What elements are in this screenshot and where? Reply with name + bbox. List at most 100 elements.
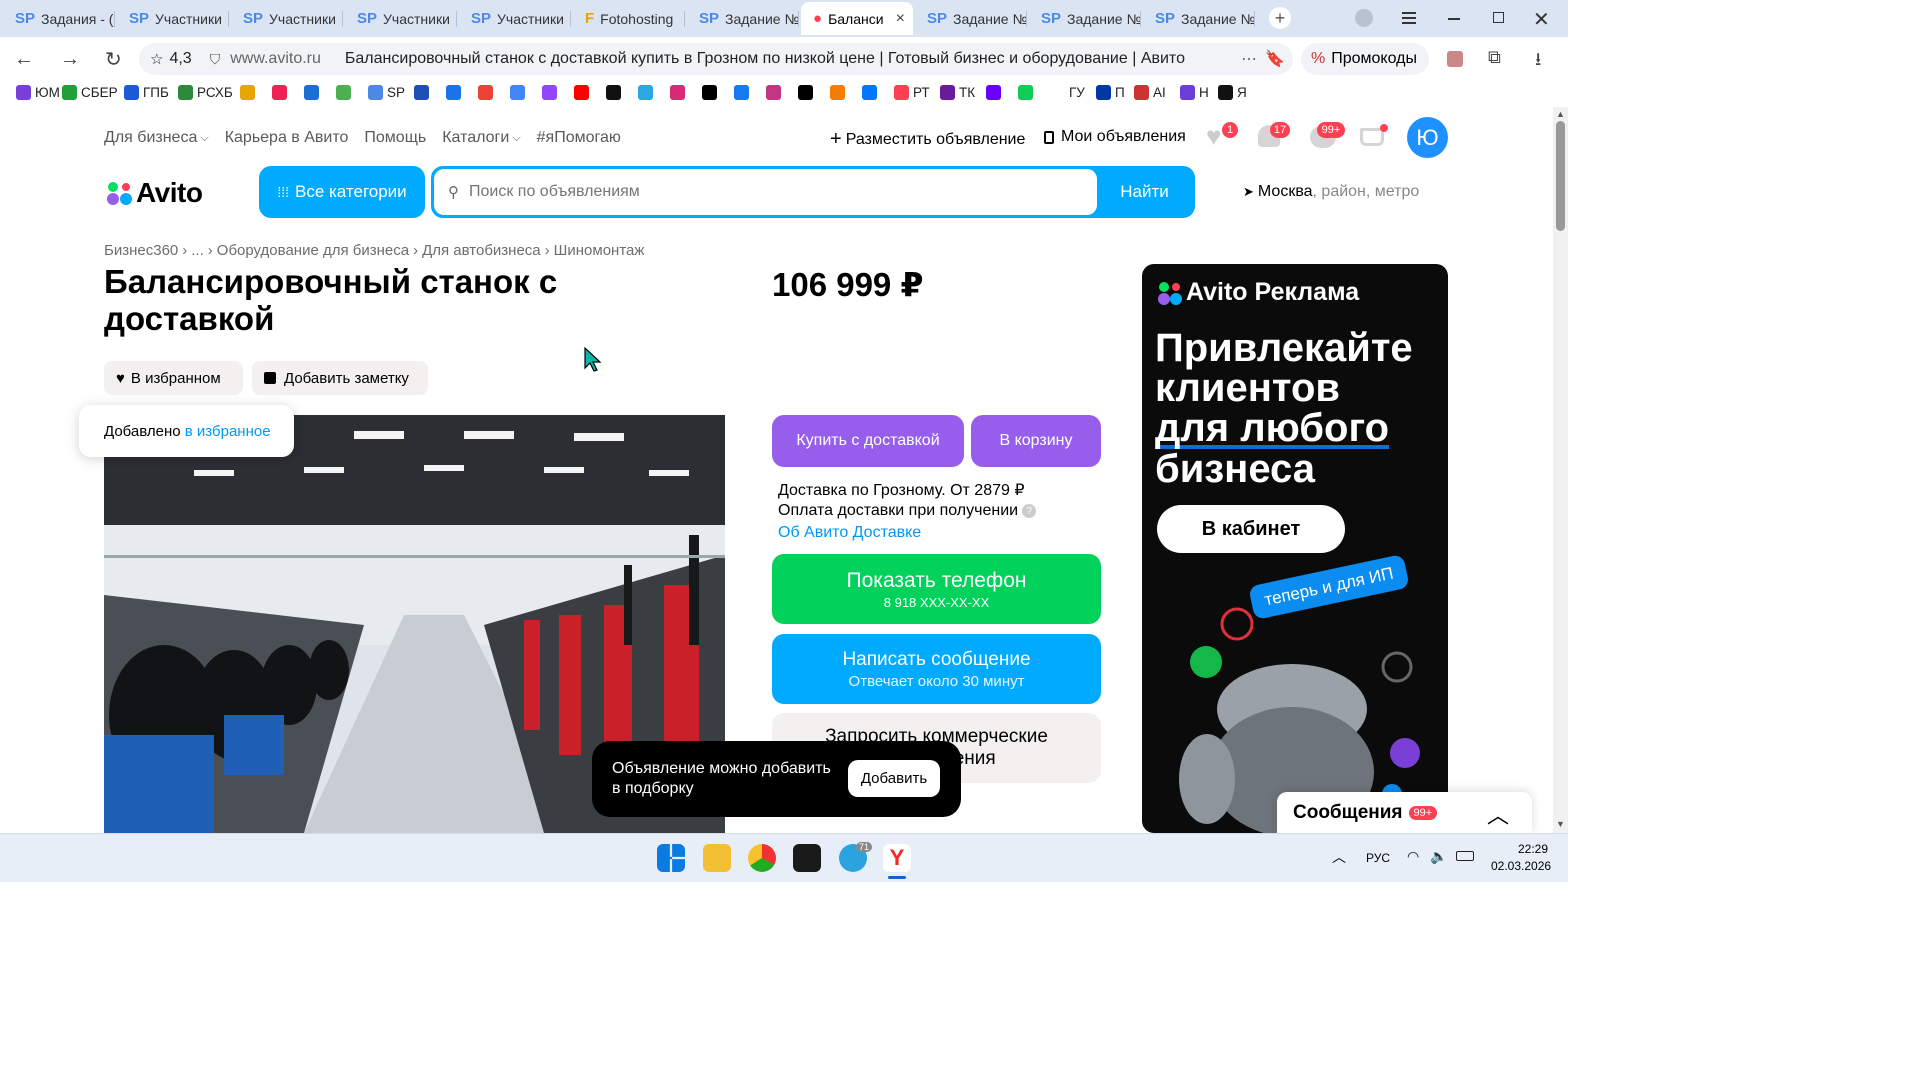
- location-selector[interactable]: ➤ Москва , район, метро: [1243, 183, 1419, 201]
- bookmark-item-28[interactable]: ГУ: [1050, 85, 1085, 100]
- nav-career[interactable]: Карьера в Авито: [225, 129, 349, 147]
- bookmark-item-13[interactable]: [542, 85, 561, 100]
- write-message-button[interactable]: Написать сообщение Отвечает около 30 мин…: [772, 634, 1101, 704]
- bookmark-item-32[interactable]: Я: [1218, 85, 1247, 100]
- wifi-icon[interactable]: ◠: [1407, 848, 1419, 865]
- bookmark-item-0[interactable]: ЮМ: [16, 85, 60, 100]
- search-input[interactable]: [469, 183, 1069, 201]
- bookmark-icon[interactable]: 🔖: [1265, 49, 1285, 69]
- bookmark-item-9[interactable]: [414, 85, 433, 100]
- bookmark-item-4[interactable]: [240, 85, 259, 100]
- extensions-icon[interactable]: ⧉: [1488, 47, 1501, 68]
- search-button[interactable]: Найти: [1097, 169, 1192, 215]
- add-note-button[interactable]: Добавить заметку: [252, 361, 428, 395]
- bookmark-item-31[interactable]: Н: [1180, 85, 1209, 100]
- my-ads-link[interactable]: Мои объявления: [1044, 128, 1186, 146]
- favorite-button[interactable]: ♥ В избранном: [104, 361, 243, 395]
- bookmark-item-5[interactable]: [272, 85, 291, 100]
- download-icon[interactable]: ⭳: [1535, 47, 1541, 77]
- language-indicator[interactable]: РУС: [1366, 851, 1390, 865]
- tab-close-icon[interactable]: ×: [896, 10, 905, 28]
- bookmark-item-24[interactable]: РТ: [894, 85, 930, 100]
- bookmark-item-29[interactable]: П: [1096, 85, 1125, 100]
- avatar[interactable]: Ю: [1407, 117, 1448, 158]
- tab-9[interactable]: SP Задание №: [1029, 2, 1141, 35]
- url-field[interactable]: ☆ 4,3 ⛉ www.avito.ru Балансировочный ста…: [139, 43, 1293, 75]
- bookmark-item-10[interactable]: [446, 85, 465, 100]
- forward-icon[interactable]: →: [60, 48, 80, 71]
- messages-panel[interactable]: Сообщения 99+ ︿: [1277, 792, 1532, 833]
- bookmark-item-25[interactable]: ТК: [940, 85, 975, 100]
- more-icon[interactable]: ⋯: [1241, 49, 1257, 69]
- bookmark-item-1[interactable]: СБЕР: [62, 85, 118, 100]
- promo-button[interactable]: % Промокоды: [1301, 43, 1429, 75]
- scrollbar-thumb[interactable]: [1556, 121, 1565, 231]
- browser-icon[interactable]: [748, 844, 776, 872]
- avito-logo[interactable]: Avito: [104, 177, 203, 209]
- image-extension-icon[interactable]: [1447, 51, 1463, 67]
- breadcrumb-item[interactable]: Бизнес360: [104, 242, 178, 259]
- about-delivery-link[interactable]: Об Авито Доставке: [778, 524, 921, 542]
- bookmark-item-20[interactable]: [766, 85, 785, 100]
- scroll-down-arrow[interactable]: ▼: [1556, 819, 1565, 829]
- favorites-icon[interactable]: ♥: [1206, 121, 1221, 152]
- buy-with-delivery-button[interactable]: Купить с доставкой: [772, 415, 964, 467]
- star-icon[interactable]: ☆: [150, 50, 163, 68]
- bookmark-item-21[interactable]: [798, 85, 817, 100]
- yandex-browser-icon[interactable]: Y: [883, 844, 911, 872]
- breadcrumb-item[interactable]: Для автобизнеса: [422, 242, 541, 259]
- bookmark-item-19[interactable]: [734, 85, 753, 100]
- ad-cta-button[interactable]: В кабинет: [1157, 505, 1345, 553]
- restore-icon[interactable]: [1493, 12, 1504, 23]
- back-icon[interactable]: ←: [14, 48, 34, 71]
- bookmark-item-8[interactable]: SP: [368, 85, 405, 100]
- battery-icon[interactable]: [1456, 851, 1474, 861]
- bookmark-item-11[interactable]: [478, 85, 497, 100]
- reload-icon[interactable]: ↻: [105, 47, 122, 72]
- breadcrumb-item[interactable]: ...: [191, 242, 204, 259]
- bookmark-item-14[interactable]: [574, 85, 593, 100]
- breadcrumb-item[interactable]: Оборудование для бизнеса: [217, 242, 409, 259]
- bookmark-item-16[interactable]: [638, 85, 657, 100]
- favorites-link[interactable]: в избранное: [185, 423, 271, 440]
- help-icon[interactable]: ?: [1022, 504, 1037, 518]
- tab-active[interactable]: ● Баланси ×: [801, 2, 913, 35]
- file-explorer-icon[interactable]: [703, 844, 731, 872]
- tab-6[interactable]: SP Задание №: [687, 2, 799, 35]
- tab-3[interactable]: SP Участники: [345, 2, 457, 35]
- bookmark-item-23[interactable]: [862, 85, 881, 100]
- new-tab-button[interactable]: +: [1269, 7, 1291, 29]
- menu-icon[interactable]: [1402, 12, 1416, 24]
- bookmark-item-17[interactable]: [670, 85, 689, 100]
- scroll-up-arrow[interactable]: ▲: [1556, 109, 1565, 119]
- add-to-cart-button[interactable]: В корзину: [971, 415, 1101, 467]
- tab-5[interactable]: F Fotohosting: [573, 2, 685, 35]
- app-h-icon[interactable]: [793, 844, 821, 872]
- nav-help-tag[interactable]: #яПомогаю: [537, 129, 621, 147]
- tab-0[interactable]: SP Задания - (: [3, 2, 115, 35]
- bookmark-item-30[interactable]: AI: [1134, 85, 1166, 100]
- bookmark-item-2[interactable]: ГПБ: [124, 85, 169, 100]
- close-window-icon[interactable]: ✕: [1533, 7, 1550, 32]
- clock-time[interactable]: 22:29: [1518, 842, 1548, 856]
- breadcrumb-item[interactable]: Шиномонтаж: [554, 242, 645, 259]
- post-ad-link[interactable]: + Разместить объявление: [830, 128, 1025, 151]
- tab-1[interactable]: SP Участники: [117, 2, 229, 35]
- bookmark-item-15[interactable]: [606, 85, 625, 100]
- tab-10[interactable]: SP Задание №: [1143, 2, 1255, 35]
- nav-help[interactable]: Помощь: [364, 129, 426, 147]
- clock-date[interactable]: 02.03.2026: [1491, 859, 1551, 873]
- bookmark-item-12[interactable]: [510, 85, 529, 100]
- volume-icon[interactable]: 🔈: [1430, 848, 1447, 865]
- show-phone-button[interactable]: Показать телефон 8 918 XXX-XX-XX: [772, 554, 1101, 624]
- all-categories-button[interactable]: ⁞⁞⁞ Все категории: [259, 166, 425, 218]
- bookmark-item-7[interactable]: [336, 85, 355, 100]
- tab-4[interactable]: SP Участники: [459, 2, 571, 35]
- nav-catalogs[interactable]: Каталоги: [442, 129, 509, 147]
- tray-chevron-icon[interactable]: ︿: [1332, 847, 1346, 867]
- ad-banner[interactable]: Avito Реклама Привлекайте клиентов для л…: [1142, 264, 1448, 833]
- bookmark-item-27[interactable]: [1018, 85, 1037, 100]
- minimize-icon[interactable]: [1448, 18, 1460, 20]
- shield-icon[interactable]: ⛉: [210, 51, 221, 68]
- bookmark-item-6[interactable]: [304, 85, 323, 100]
